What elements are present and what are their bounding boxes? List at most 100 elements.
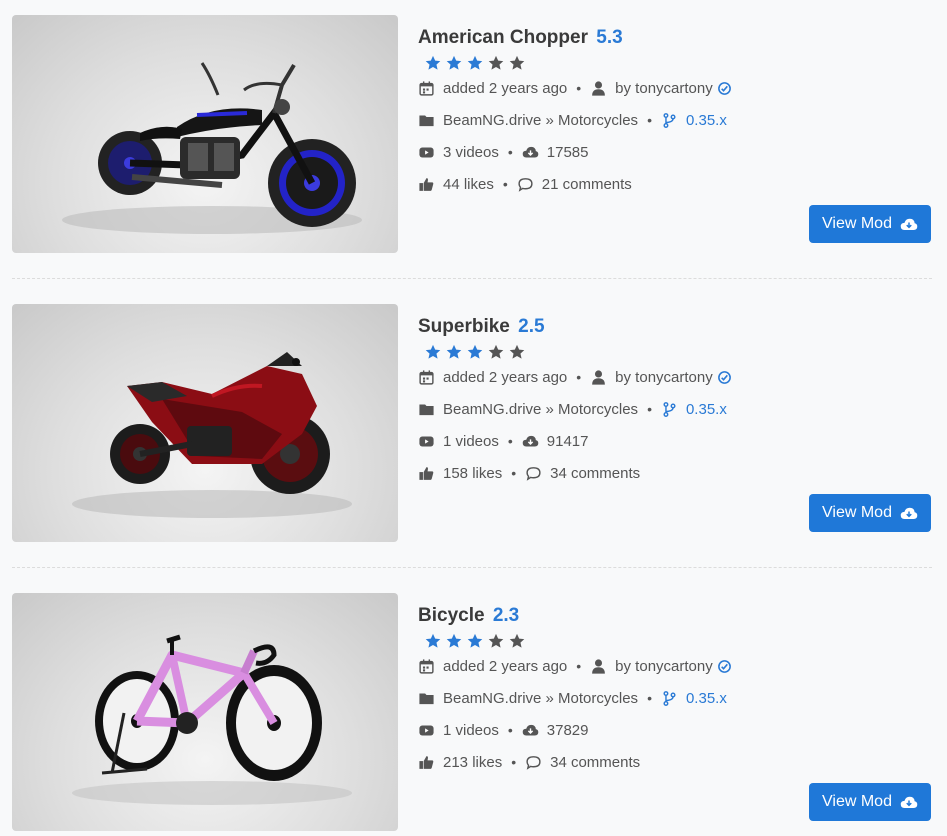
category-link[interactable]: BeamNG.drive » Motorcycles <box>443 112 638 129</box>
mod-info: American Chopper 5.3 added 2 years ago •… <box>418 26 938 193</box>
star-empty-icon <box>488 344 504 359</box>
author-link[interactable]: by tonycartony <box>615 658 713 675</box>
mod-thumbnail[interactable] <box>12 15 398 253</box>
video-count: 1 videos <box>443 721 499 739</box>
meta-row-social: 213 likes • 34 comments <box>418 752 640 772</box>
view-mod-button[interactable]: View Mod <box>809 205 931 243</box>
user-icon <box>590 80 607 97</box>
separator-dot: • <box>507 722 513 738</box>
separator-dot: • <box>507 144 513 160</box>
rating-stars <box>424 54 526 72</box>
verified-check-icon <box>717 81 732 96</box>
author-link[interactable]: by tonycartony <box>615 80 713 97</box>
mod-title[interactable]: Bicycle 2.3 <box>418 604 938 628</box>
star-filled-icon <box>425 633 441 648</box>
separator-dot: • <box>511 754 517 770</box>
verified-check-icon <box>717 370 732 385</box>
star-filled-icon <box>425 55 441 70</box>
author-link[interactable]: by tonycartony <box>615 369 713 386</box>
download-count: 37829 <box>546 721 589 739</box>
comment-icon <box>525 754 542 771</box>
youtube-icon <box>418 433 435 450</box>
meta-row-category: BeamNG.drive » Motorcycles • 0.35.x <box>418 110 727 130</box>
star-filled-icon <box>446 55 462 70</box>
likes-count: 44 likes <box>443 175 494 193</box>
card-divider <box>12 278 932 279</box>
separator-dot: • <box>576 658 582 674</box>
code-branch-icon <box>661 112 678 129</box>
view-mod-label: View Mod <box>822 215 892 232</box>
mod-title[interactable]: Superbike 2.5 <box>418 315 938 339</box>
cloud-download-icon <box>900 795 918 809</box>
star-filled-icon <box>425 344 441 359</box>
rating-stars <box>424 632 526 650</box>
meta-row-added: added 2 years ago • by tonycartony <box>418 656 732 676</box>
game-version-link[interactable]: 0.35.x <box>686 401 727 418</box>
meta-row-stats: 1 videos • 37829 <box>418 720 589 740</box>
video-count: 1 videos <box>443 432 499 450</box>
separator-dot: • <box>647 690 652 706</box>
cloud-download-icon <box>522 722 539 739</box>
mod-thumbnail[interactable] <box>12 304 398 542</box>
added-date: added 2 years ago <box>443 79 568 97</box>
category-link[interactable]: BeamNG.drive » Motorcycles <box>443 401 638 418</box>
mod-name[interactable]: Superbike <box>418 316 510 337</box>
mod-thumbnail[interactable] <box>12 593 398 831</box>
meta-row-social: 158 likes • 34 comments <box>418 463 640 483</box>
folder-icon <box>418 690 435 707</box>
cloud-download-icon <box>900 506 918 520</box>
star-filled-icon <box>467 55 483 70</box>
separator-dot: • <box>647 112 652 128</box>
mod-list: American Chopper 5.3 added 2 years ago •… <box>0 0 947 836</box>
mod-version: 2.5 <box>518 316 545 337</box>
calendar-icon <box>418 369 435 386</box>
thumbs-up-icon <box>418 176 435 193</box>
thumbs-up-icon <box>418 754 435 771</box>
mod-card: American Chopper 5.3 added 2 years ago •… <box>0 0 947 289</box>
game-version-link[interactable]: 0.35.x <box>686 690 727 707</box>
comments-link[interactable]: 34 comments <box>550 754 640 771</box>
likes-count: 158 likes <box>443 464 503 482</box>
mod-card: Bicycle 2.3 added 2 years ago • by tonyc… <box>0 578 947 836</box>
calendar-icon <box>418 658 435 675</box>
meta-row-social: 44 likes • 21 comments <box>418 174 632 194</box>
comments-link[interactable]: 21 comments <box>542 176 632 193</box>
star-filled-icon <box>467 344 483 359</box>
video-count: 3 videos <box>443 143 499 161</box>
separator-dot: • <box>502 176 508 192</box>
youtube-icon <box>418 144 435 161</box>
separator-dot: • <box>507 433 513 449</box>
game-version-link[interactable]: 0.35.x <box>686 112 727 129</box>
cloud-download-icon <box>522 433 539 450</box>
mod-name[interactable]: Bicycle <box>418 605 485 626</box>
view-mod-button[interactable]: View Mod <box>809 783 931 821</box>
likes-count: 213 likes <box>443 753 503 771</box>
view-mod-label: View Mod <box>822 504 892 521</box>
folder-icon <box>418 401 435 418</box>
mod-version: 2.3 <box>492 605 520 626</box>
card-divider <box>12 567 932 568</box>
added-date: added 2 years ago <box>443 657 568 675</box>
meta-row-added: added 2 years ago • by tonycartony <box>418 367 732 387</box>
mod-name[interactable]: American Chopper <box>418 27 588 48</box>
comment-icon <box>517 176 534 193</box>
user-icon <box>590 658 607 675</box>
folder-icon <box>418 112 435 129</box>
code-branch-icon <box>661 401 678 418</box>
view-mod-label: View Mod <box>822 793 892 810</box>
separator-dot: • <box>647 401 652 417</box>
star-empty-icon <box>509 344 525 359</box>
comments-link[interactable]: 34 comments <box>550 465 640 482</box>
separator-dot: • <box>576 80 582 96</box>
view-mod-button[interactable]: View Mod <box>809 494 931 532</box>
star-empty-icon <box>488 633 504 648</box>
user-icon <box>590 369 607 386</box>
verified-check-icon <box>717 659 732 674</box>
rating-stars <box>424 343 526 361</box>
star-empty-icon <box>488 55 504 70</box>
meta-row-category: BeamNG.drive » Motorcycles • 0.35.x <box>418 399 727 419</box>
mod-version: 5.3 <box>596 27 623 48</box>
mod-title[interactable]: American Chopper 5.3 <box>418 26 938 50</box>
download-count: 17585 <box>546 143 589 161</box>
category-link[interactable]: BeamNG.drive » Motorcycles <box>443 690 638 707</box>
